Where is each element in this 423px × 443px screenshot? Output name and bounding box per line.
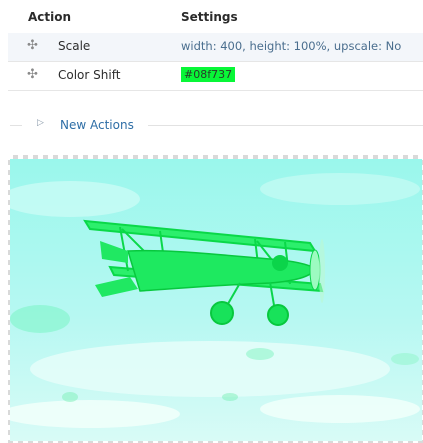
divider [10,125,22,126]
effect-row-scale[interactable]: ✣ Scale width: 400, height: 100%, upscal… [8,33,423,62]
preview-biplane-image [10,159,422,441]
divider [148,125,423,126]
drag-handle-icon[interactable]: ✣ [27,68,38,82]
effect-row-color-shift[interactable]: ✣ Color Shift #08f737 [8,62,423,91]
effects-table-header: Action Settings [8,0,423,34]
drag-handle-icon[interactable]: ✣ [27,39,38,53]
triangle-right-icon[interactable]: ▷ [37,118,44,128]
effect-action-name[interactable]: Color Shift [58,68,120,82]
effect-action-name[interactable]: Scale [58,39,90,53]
effect-settings-summary: width: 400, height: 100%, upscale: No [181,39,402,53]
effect-preview-image [8,155,423,443]
settings-column-header: Settings [181,10,238,24]
image-style-effects-panel: Action Settings ✣ Scale width: 400, heig… [8,0,423,154]
action-column-header: Action [28,10,72,24]
new-actions-toggle[interactable]: New Actions [60,118,134,132]
color-swatch: #08f737 [181,67,236,82]
